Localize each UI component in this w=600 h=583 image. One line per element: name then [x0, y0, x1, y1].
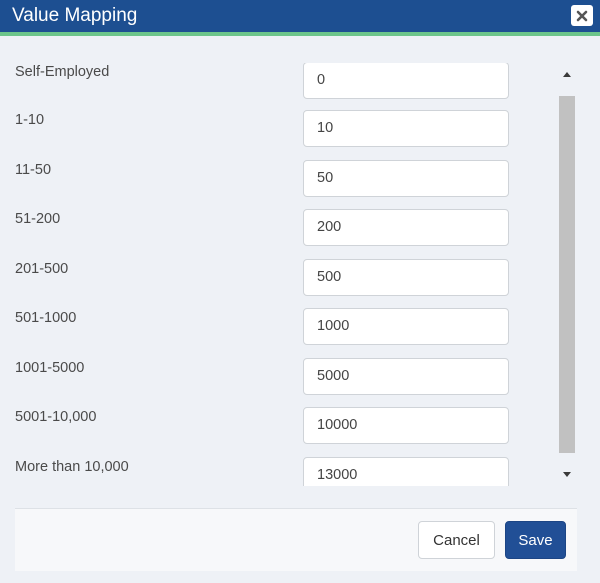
mapping-label: More than 10,000: [15, 459, 129, 475]
scroll-down-button[interactable]: [558, 464, 576, 486]
mapping-row: 51-200 200: [0, 209, 560, 259]
close-icon: [576, 10, 588, 21]
mapping-row: 5001-10,000 10000: [0, 407, 560, 457]
mapping-list[interactable]: Self-Employed 0 1-10 10 11-50 50 51-200 …: [0, 63, 600, 486]
mapping-row: 11-50 50: [0, 160, 560, 210]
save-button[interactable]: Save: [505, 521, 566, 559]
mapping-value-input[interactable]: 0: [303, 63, 509, 99]
mapping-value-input[interactable]: 500: [303, 259, 509, 296]
mapping-label: 201-500: [15, 261, 69, 277]
mapping-row: Self-Employed 0: [0, 63, 560, 112]
mapping-label: 1001-5000: [15, 360, 85, 376]
mapping-row: More than 10,000 13000: [0, 457, 560, 486]
mapping-label: 5001-10,000: [15, 409, 97, 425]
mapping-value-input[interactable]: 200: [303, 209, 509, 246]
mapping-value-input[interactable]: 1000: [303, 308, 509, 345]
dialog-title: Value Mapping: [12, 5, 138, 26]
cancel-button[interactable]: Cancel: [418, 521, 495, 559]
mapping-row: 501-1000 1000: [0, 308, 560, 358]
caret-up-icon: [563, 72, 571, 77]
header-accent-bar: [0, 32, 600, 36]
mapping-row: 1-10 10: [0, 110, 560, 160]
mapping-row: 1001-5000 5000: [0, 358, 560, 408]
mapping-value-input[interactable]: 50: [303, 160, 509, 197]
mapping-label: 51-200: [15, 211, 61, 227]
mapping-label: 1-10: [15, 112, 45, 128]
vertical-scrollbar[interactable]: [558, 63, 576, 486]
mapping-label: 11-50: [15, 162, 52, 178]
mapping-value-input[interactable]: 10: [303, 110, 509, 147]
dialog-footer: Cancel Save: [15, 508, 577, 571]
dialog-header: Value Mapping: [0, 0, 600, 36]
scrollbar-thumb[interactable]: [559, 96, 575, 453]
mapping-label: Self-Employed: [15, 64, 110, 80]
mapping-value-input[interactable]: 5000: [303, 358, 509, 395]
scroll-up-button[interactable]: [558, 63, 576, 85]
close-button[interactable]: [571, 5, 593, 26]
mapping-value-input[interactable]: 10000: [303, 407, 509, 444]
mapping-value-input[interactable]: 13000: [303, 457, 509, 486]
caret-down-icon: [563, 472, 571, 477]
mapping-label: 501-1000: [15, 310, 77, 326]
mapping-row: 201-500 500: [0, 259, 560, 309]
